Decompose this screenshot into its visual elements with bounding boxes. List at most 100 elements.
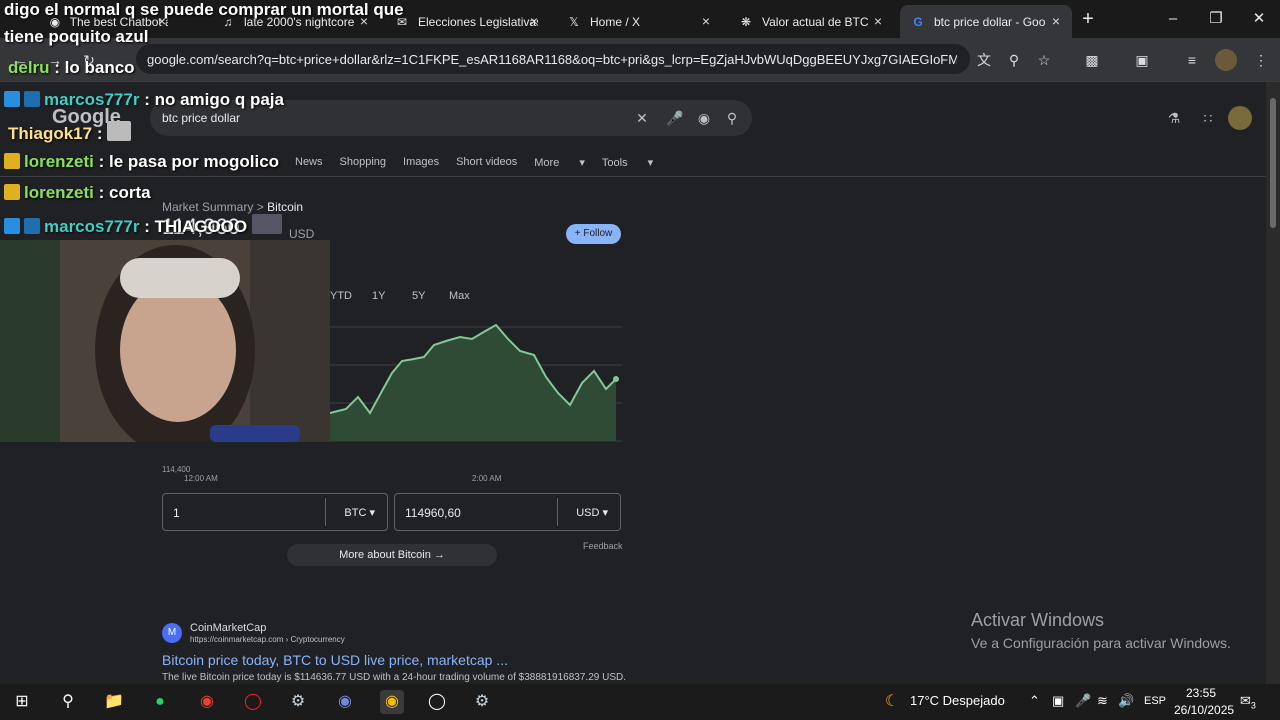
converter-from[interactable]: 1 BTC ▾: [162, 493, 388, 531]
chat-text: : no amigo q paja: [139, 90, 284, 109]
converter-to[interactable]: 114960,60 USD ▾: [394, 493, 621, 531]
chat-message: digo el normal q se puede comprar un mor…: [4, 0, 404, 20]
chat-message: lorenzeti : le pasa por mogolico: [4, 152, 279, 172]
range-ytd[interactable]: YTD: [330, 290, 352, 302]
labs-icon[interactable]: ⚗: [1164, 108, 1184, 128]
address-bar[interactable]: google.com/search?q=btc+price+dollar&rlz…: [136, 44, 970, 74]
extensions-icon[interactable]: ▩: [1081, 49, 1103, 71]
google-icon: G: [913, 14, 923, 29]
volume-icon[interactable]: 🔊: [1118, 693, 1134, 709]
language-indicator[interactable]: ESP: [1144, 695, 1166, 707]
from-currency-label: BTC: [344, 507, 367, 519]
steam-icon[interactable]: ⚙: [286, 690, 310, 714]
search-query[interactable]: btc price dollar: [162, 111, 240, 125]
price-unit: USD: [289, 227, 315, 241]
filter-short-videos[interactable]: Short videos: [456, 156, 517, 169]
clock-time[interactable]: 23:55: [1186, 686, 1216, 700]
breadcrumb-sep: >: [256, 200, 264, 214]
badge-icon: [4, 91, 20, 107]
range-max[interactable]: Max: [449, 290, 470, 302]
apps-grid-icon[interactable]: ∷: [1198, 108, 1218, 128]
y-tick-label: 114,400: [162, 465, 191, 474]
windows-start-icon[interactable]: ⊞: [10, 690, 34, 714]
profile-avatar[interactable]: [1215, 49, 1237, 71]
page-scrollbar[interactable]: [1266, 82, 1280, 684]
file-explorer-icon[interactable]: 📁: [102, 690, 126, 714]
close-window-button[interactable]: ✕: [1248, 8, 1270, 30]
chrome-active-icon[interactable]: ◉: [380, 690, 404, 714]
mic-icon[interactable]: 🎤: [665, 108, 685, 128]
tab-google-active[interactable]: G btc price dollar - Goo ×: [900, 5, 1072, 38]
from-currency-select[interactable]: BTC ▾: [344, 506, 375, 519]
webcam-overlay: [0, 240, 330, 442]
search-icon[interactable]: ⚲: [56, 690, 80, 714]
activation-title: Activar Windows: [971, 610, 1105, 630]
more-about-bitcoin-button[interactable]: More about Bitcoin →: [287, 544, 497, 566]
lens-icon[interactable]: ◉: [694, 108, 714, 128]
zoom-icon[interactable]: ⚲: [1003, 49, 1025, 71]
market-summary-label[interactable]: Market Summary: [162, 200, 253, 214]
tab-btc-valor[interactable]: ❋ Valor actual de BTC ×: [728, 5, 894, 38]
crown-badge-icon: [4, 184, 20, 200]
filter-tools[interactable]: Tools ▾: [602, 156, 653, 169]
spotify-icon[interactable]: ●: [148, 690, 172, 714]
badge-icon: [24, 91, 40, 107]
to-amount-input[interactable]: 114960,60: [405, 506, 461, 520]
maximize-button[interactable]: ❐: [1205, 8, 1227, 30]
url-text[interactable]: google.com/search?q=btc+price+dollar&rlz…: [147, 52, 957, 67]
range-5y[interactable]: 5Y: [412, 290, 425, 302]
range-1y[interactable]: 1Y: [372, 290, 385, 302]
chrome-icon[interactable]: ◉: [195, 690, 219, 714]
follow-button[interactable]: + Follow: [566, 224, 621, 244]
chat-text: tiene poquito azul: [4, 27, 149, 46]
weather-text[interactable]: 17°C Despejado: [910, 693, 1005, 708]
tab-title: Valor actual de BTC: [762, 14, 869, 29]
moon-weather-icon[interactable]: ☾: [880, 690, 904, 714]
filter-more[interactable]: More ▾: [534, 156, 585, 169]
translate-icon[interactable]: 文: [973, 49, 995, 71]
close-icon[interactable]: ×: [1048, 13, 1064, 29]
result-site[interactable]: CoinMarketCap: [190, 622, 266, 634]
media-icon[interactable]: ▣: [1131, 49, 1153, 71]
opera-icon[interactable]: ◯: [241, 690, 265, 714]
clear-icon[interactable]: ✕: [632, 108, 652, 128]
chart-area: [330, 325, 616, 441]
badge-icon: [24, 218, 40, 234]
close-icon[interactable]: ×: [698, 13, 714, 29]
new-tab-button[interactable]: +: [1078, 9, 1098, 29]
menu-dots-icon[interactable]: ⋮: [1250, 49, 1272, 71]
discord-icon[interactable]: ◉: [333, 690, 357, 714]
close-icon[interactable]: ×: [870, 13, 886, 29]
meet-now-icon[interactable]: ▣: [1052, 693, 1064, 709]
result-snippet: The live Bitcoin price today is $114636.…: [162, 672, 626, 683]
crown-badge-icon: [4, 153, 20, 169]
mic-icon[interactable]: 🎤: [1075, 693, 1091, 709]
tab-search-icon[interactable]: ≡: [1181, 49, 1203, 71]
search-icon[interactable]: ⚲: [722, 108, 742, 128]
filter-tools-label: Tools: [601, 157, 628, 169]
steam-icon[interactable]: ⚙: [470, 690, 494, 714]
wifi-icon[interactable]: ≋: [1097, 693, 1108, 709]
feedback-link[interactable]: Feedback: [583, 541, 623, 551]
notifications-icon[interactable]: ✉3: [1240, 693, 1256, 711]
to-currency-select[interactable]: USD ▾: [576, 506, 608, 519]
minimize-button[interactable]: –: [1162, 8, 1184, 30]
obs-icon[interactable]: ◯: [425, 690, 449, 714]
filter-news[interactable]: News: [295, 156, 323, 169]
x-logo-icon: 𝕏: [569, 14, 579, 29]
bookmark-star-icon[interactable]: ☆: [1033, 49, 1055, 71]
filter-shopping[interactable]: Shopping: [340, 156, 387, 169]
scrollbar-thumb[interactable]: [1270, 98, 1276, 228]
tab-x-home[interactable]: 𝕏 Home / X ×: [556, 5, 722, 38]
search-filters: News Shopping Images Short videos More ▾…: [295, 156, 670, 169]
chevron-up-icon[interactable]: ⌃: [1029, 693, 1040, 709]
clock-date[interactable]: 26/10/2025: [1174, 703, 1234, 717]
result-title-link[interactable]: Bitcoin price today, BTC to USD live pri…: [162, 652, 508, 668]
tab-elecciones[interactable]: ✉ Elecciones Legislativas ×: [384, 5, 550, 38]
from-amount-input[interactable]: 1: [173, 506, 180, 520]
asset-name: Bitcoin: [267, 200, 304, 214]
account-avatar[interactable]: [1228, 106, 1252, 130]
filter-images[interactable]: Images: [403, 156, 439, 169]
close-icon[interactable]: ×: [526, 13, 542, 29]
chat-username: marcos777r: [44, 217, 140, 236]
